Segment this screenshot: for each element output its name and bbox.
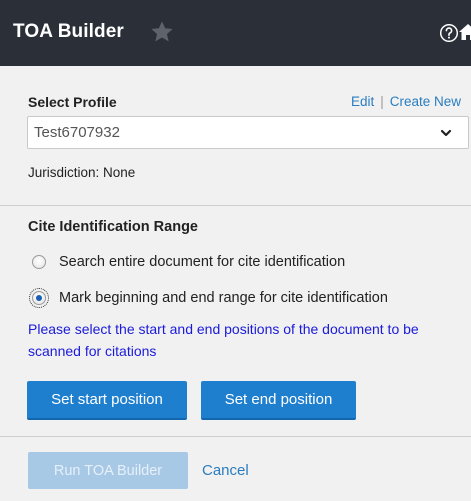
- jurisdiction-text: Jurisdiction: None: [28, 165, 136, 180]
- profile-links: Edit | Create New: [351, 94, 461, 109]
- radio-label: Search entire document for cite identifi…: [59, 254, 346, 270]
- cancel-link[interactable]: Cancel: [202, 462, 249, 479]
- profile-select-value: Test6707932: [34, 124, 120, 141]
- instruction-text: Please select the start and end position…: [28, 321, 419, 359]
- app-title: TOA Builder: [13, 21, 124, 42]
- divider: [0, 205, 471, 206]
- radio-button[interactable]: [32, 255, 46, 269]
- star-icon[interactable]: [149, 19, 175, 45]
- chevron-down-icon: [440, 126, 452, 138]
- radio-button-selected[interactable]: [29, 288, 49, 308]
- radio-option-entire-document[interactable]: Search entire document for cite identifi…: [32, 254, 345, 270]
- home-icon[interactable]: [459, 24, 471, 40]
- divider: [0, 436, 471, 437]
- create-new-profile-link[interactable]: Create New: [390, 94, 461, 109]
- set-end-position-button[interactable]: Set end position: [201, 381, 356, 420]
- app-header: TOA Builder: [0, 0, 471, 66]
- question-circle-icon[interactable]: [439, 23, 459, 43]
- profile-select[interactable]: Test6707932: [27, 116, 469, 149]
- cite-range-title: Cite Identification Range: [28, 219, 198, 235]
- radio-label: Mark beginning and end range for cite id…: [59, 290, 388, 306]
- set-start-position-button[interactable]: Set start position: [27, 381, 187, 420]
- edit-profile-link[interactable]: Edit: [351, 94, 374, 109]
- link-divider: |: [380, 94, 384, 109]
- radio-option-mark-range[interactable]: Mark beginning and end range for cite id…: [29, 288, 388, 308]
- select-profile-label: Select Profile: [28, 94, 117, 110]
- run-toa-builder-button[interactable]: Run TOA Builder: [28, 452, 188, 489]
